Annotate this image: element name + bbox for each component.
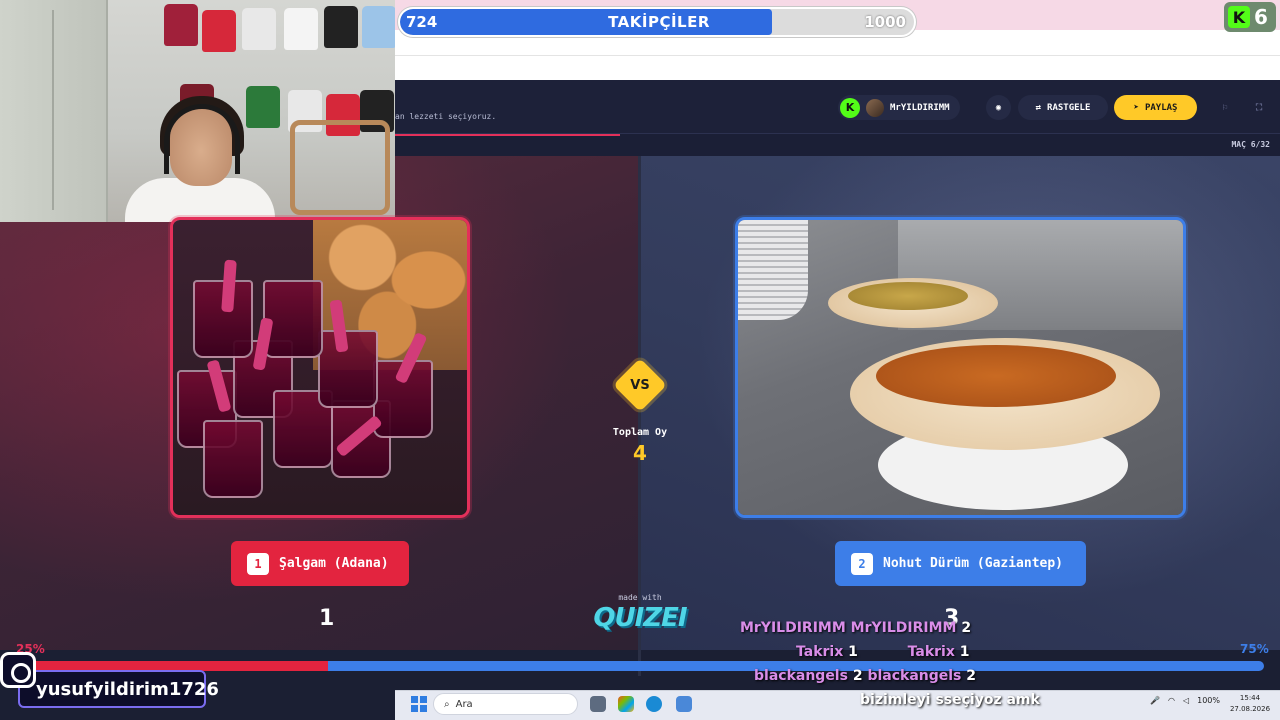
follower-goal: 1000	[864, 13, 906, 31]
option-left-votes: 1	[319, 606, 335, 631]
jersey	[246, 86, 280, 128]
mic-icon: 🎤	[1150, 696, 1160, 705]
chat-row: blackangels 2 blackangels 2	[754, 668, 977, 684]
kick-logo-icon: K	[1228, 6, 1250, 28]
vs-text: VS	[630, 378, 650, 393]
webcam-feed	[0, 0, 395, 222]
fullscreen-button[interactable]: ⛶	[1250, 95, 1268, 120]
made-with-label: made with	[618, 593, 662, 602]
volume-icon: ◁	[1182, 696, 1190, 705]
eye-icon: ◉	[995, 102, 1002, 113]
header-subtitle: an lezzeti seçiyoruz.	[395, 112, 497, 121]
total-votes-label: Toplam Oy	[612, 427, 668, 438]
option-right-percent: 75%	[1240, 642, 1269, 656]
chat-row: MrYILDIRIMM MrYILDIRIMM 2	[740, 620, 972, 636]
jersey	[362, 6, 395, 48]
share-button-label: PAYLAŞ	[1144, 102, 1178, 113]
user-chip[interactable]: K MrYILDIRIMM	[838, 95, 960, 120]
random-button-label: RASTGELE	[1047, 102, 1091, 113]
round-label: MAÇ 6/32	[1231, 140, 1270, 149]
option-right-name: Nohut Dürüm (Gaziantep)	[883, 556, 1064, 571]
edge-icon[interactable]	[646, 696, 662, 712]
option-left-name: Şalgam (Adana)	[279, 556, 389, 571]
jersey	[284, 8, 318, 50]
username: MrYILDIRIMM	[890, 102, 950, 113]
jersey	[202, 10, 236, 52]
clock-date: 27.08.2026	[1229, 705, 1271, 713]
instagram-handle-box: yusufyildirim1726	[18, 670, 219, 708]
store-icon[interactable]	[676, 696, 692, 712]
report-button[interactable]: ⚐	[1216, 95, 1234, 120]
option-right-button[interactable]: 2 Nohut Dürüm (Gaziantep)	[835, 541, 1086, 586]
chat-message: bizimleyi sseçiyoz amk	[860, 692, 1040, 708]
jersey	[324, 6, 358, 48]
taskbar-search-placeholder: Ara	[455, 698, 473, 710]
share-button[interactable]: ➤ PAYLAŞ	[1114, 95, 1197, 120]
copilot-icon[interactable]	[618, 696, 634, 712]
round-progress	[395, 134, 620, 136]
windows-start-icon[interactable]	[411, 696, 427, 712]
send-icon: ➤	[1133, 102, 1139, 113]
jersey	[164, 4, 198, 46]
kick-count: 6	[1254, 5, 1268, 29]
plate-stack	[738, 220, 808, 320]
follower-goal-bar: 724 TAKİPÇİLER 1000	[398, 7, 916, 37]
follower-title: TAKİPÇİLER	[608, 13, 710, 31]
fullscreen-icon: ⛶	[1255, 102, 1263, 113]
option-right-image[interactable]	[735, 217, 1186, 518]
search-icon: ⌕	[444, 698, 450, 710]
option-right-number: 2	[851, 552, 873, 575]
shuffle-icon: ⇄	[1035, 102, 1042, 113]
random-button[interactable]: ⇄ RASTGELE	[1018, 95, 1108, 120]
instagram-icon	[0, 652, 36, 688]
flag-icon: ⚐	[1222, 102, 1228, 113]
clock-time: 15:44	[1239, 694, 1261, 702]
total-votes-value: 4	[633, 441, 647, 465]
vote-share-bar	[16, 661, 1264, 671]
kick-badge-icon: K	[840, 97, 860, 118]
option-left-button[interactable]: 1 Şalgam (Adana)	[231, 541, 409, 586]
battery-text: 100%	[1197, 696, 1220, 705]
chat-row: Takrix 1 Takrix 1	[796, 644, 970, 660]
browser-bookmarks-bar	[395, 56, 1280, 80]
option-left-number: 1	[247, 552, 269, 575]
taskview-icon[interactable]	[590, 696, 606, 712]
taskbar-search[interactable]: ⌕ Ara	[433, 693, 578, 715]
kick-counter: K 6	[1224, 2, 1276, 32]
visibility-button[interactable]: ◉	[986, 95, 1011, 120]
avatar	[866, 98, 884, 117]
quizei-logo[interactable]: QUIZEI	[590, 603, 690, 633]
jersey	[242, 8, 276, 50]
taskbar-clock[interactable]: 15:44 27.08.2026	[1228, 693, 1272, 715]
system-tray[interactable]: 🎤 ◠ ◁ 100%	[1150, 696, 1220, 705]
round-bar	[395, 134, 1280, 156]
instagram-handle: yusufyildirim1726	[36, 678, 219, 700]
option-left-image[interactable]	[170, 217, 470, 518]
wifi-icon: ◠	[1167, 696, 1175, 705]
